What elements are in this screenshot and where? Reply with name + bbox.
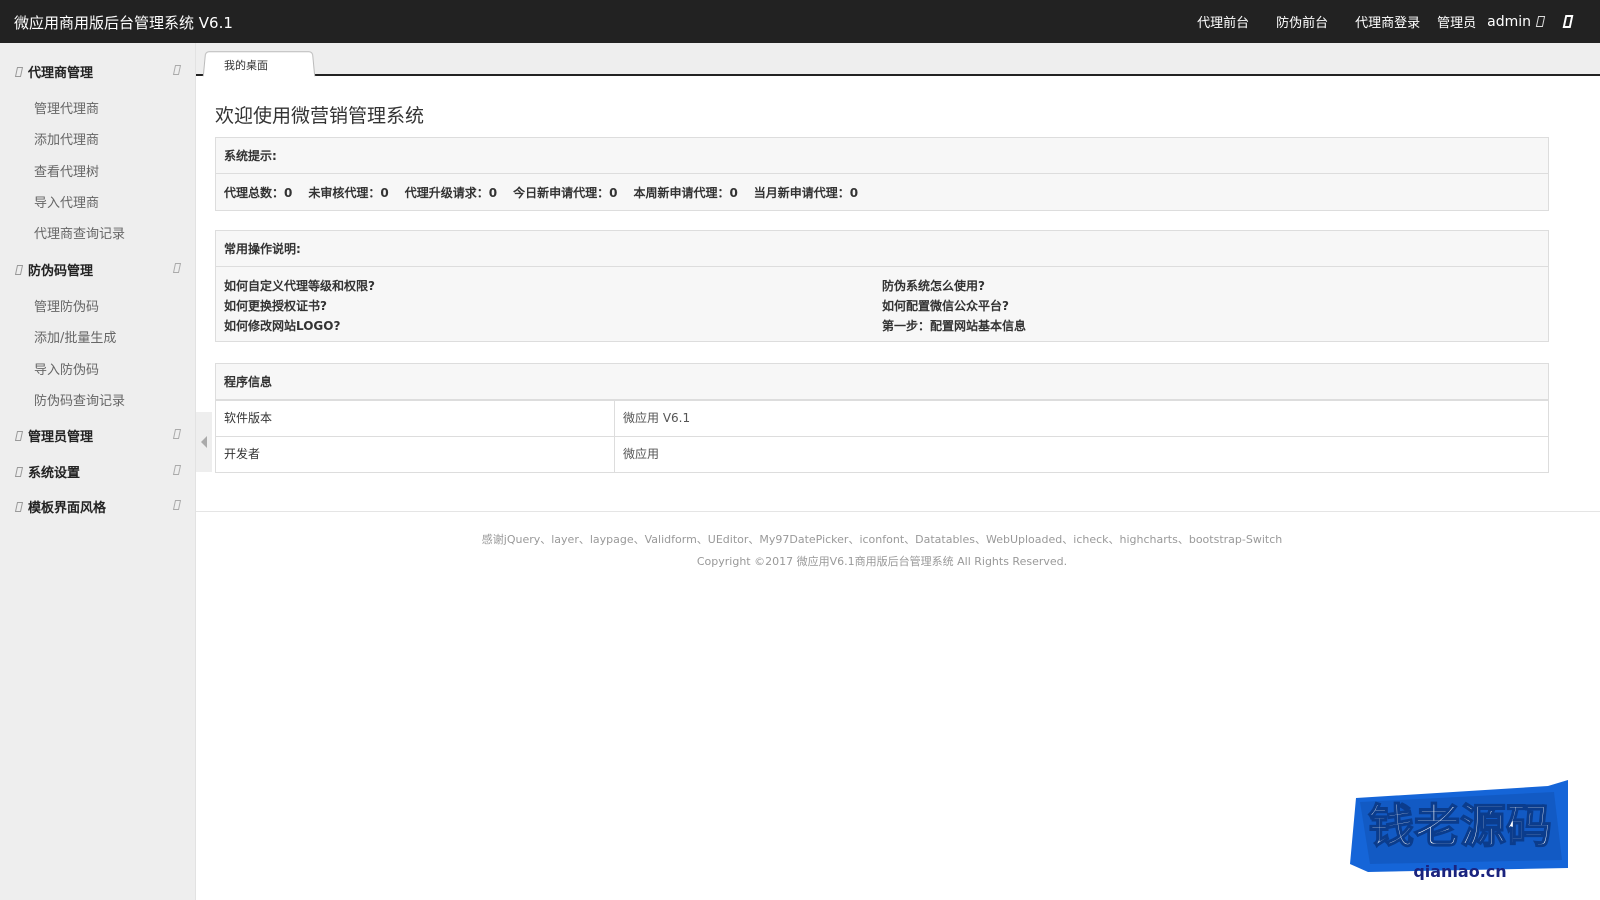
user-menu[interactable]: admin	[1487, 13, 1546, 30]
help-link-logo[interactable]: 如何修改网站LOGO?	[224, 317, 340, 334]
sidebar: 代理商管理 管理代理商 添加代理商 查看代理树 导入代理商 代理商查询记录 防伪…	[0, 43, 196, 900]
panel-title: 系统提示:	[216, 138, 1548, 174]
panel-title: 程序信息	[216, 364, 1548, 400]
watermark-domain: qianlao.cn	[1413, 862, 1506, 880]
info-row-version: 软件版本 微应用 V6.1	[216, 400, 1548, 436]
user-role: 管理员	[1437, 16, 1477, 31]
stat-total-agents: 代理总数：0	[224, 185, 293, 200]
stat-month-applications: 当月新申请代理：0	[753, 185, 859, 200]
sidebar-group-label: 防伪码管理	[28, 264, 94, 279]
help-links: 如何自定义代理等级和权限? 如何更换授权证书? 如何修改网站LOGO? 防伪系统…	[216, 267, 1548, 341]
expand-arrow-icon	[172, 465, 182, 475]
sidebar-group-agent[interactable]: 代理商管理	[14, 62, 184, 81]
help-link-anticounterfeit-usage[interactable]: 防伪系统怎么使用?	[882, 277, 985, 294]
info-row-developer: 开发者 微应用	[216, 436, 1548, 472]
top-nav: 代理前台 防伪前台 代理商登录 管理员 admin	[1170, 0, 1574, 43]
chevron-down-icon	[1535, 16, 1546, 27]
tab-bar: 我的桌面	[196, 43, 1600, 77]
help-link-site-config[interactable]: 第一步：配置网站基本信息	[882, 317, 1026, 334]
sidebar-group-anticounterfeit[interactable]: 防伪码管理	[14, 260, 184, 279]
expand-arrow-icon	[172, 500, 182, 510]
stat-upgrade-requests: 代理升级请求：0	[404, 185, 498, 200]
sidebar-group-label: 代理商管理	[28, 66, 94, 81]
panel-title: 常用操作说明:	[216, 231, 1548, 267]
nav-link-agent-login[interactable]: 代理商登录	[1355, 12, 1420, 31]
watermark-text: 钱老源码	[1368, 799, 1552, 853]
stat-week-applications: 本周新申请代理：0	[633, 185, 738, 200]
help-link-certificate[interactable]: 如何更换授权证书?	[224, 297, 327, 314]
sidebar-group-label: 模板界面风格	[28, 501, 107, 516]
sidebar-collapse-handle[interactable]	[196, 412, 212, 472]
username: admin	[1487, 13, 1531, 30]
stats-row: 代理总数：0 未审核代理：0 代理升级请求：0 今日新申请代理：0 本周新申请代…	[216, 174, 1548, 210]
expand-arrow-icon	[172, 429, 182, 439]
info-value: 微应用	[623, 447, 660, 461]
page-title: 欢迎使用微营销管理系统	[215, 105, 425, 127]
info-value: 微应用 V6.1	[623, 411, 691, 425]
sidebar-item-import-codes[interactable]: 导入防伪码	[34, 359, 99, 378]
sidebar-group-settings[interactable]: 系统设置	[14, 462, 184, 481]
sidebar-group-admins[interactable]: 管理员管理	[14, 426, 184, 445]
nav-link-anticounterfeit-front[interactable]: 防伪前台	[1276, 12, 1328, 31]
menu-icon	[14, 501, 24, 512]
program-info-panel: 程序信息 软件版本 微应用 V6.1 开发者 微应用	[215, 363, 1549, 473]
footer-divider	[196, 511, 1600, 512]
info-label: 开发者	[216, 437, 615, 472]
system-notice-panel: 系统提示: 代理总数：0 未审核代理：0 代理升级请求：0 今日新申请代理：0 …	[215, 137, 1549, 211]
settings-icon[interactable]	[1562, 15, 1574, 28]
stat-today-applications: 今日新申请代理：0	[513, 185, 618, 200]
menu-icon	[14, 66, 24, 77]
sidebar-item-batch-generate[interactable]: 添加/批量生成	[34, 327, 116, 346]
menu-icon	[14, 430, 24, 441]
stat-unreviewed-agents: 未审核代理：0	[308, 185, 389, 200]
sidebar-item-manage-codes[interactable]: 管理防伪码	[34, 296, 99, 315]
info-label: 软件版本	[216, 401, 615, 436]
top-bar: 微应用商用版后台管理系统 V6.1 代理前台 防伪前台 代理商登录 管理员 ad…	[0, 0, 1600, 43]
sidebar-group-theme[interactable]: 模板界面风格	[14, 497, 184, 516]
help-link-agent-levels[interactable]: 如何自定义代理等级和权限?	[224, 277, 375, 294]
help-panel: 常用操作说明: 如何自定义代理等级和权限? 如何更换授权证书? 如何修改网站LO…	[215, 230, 1549, 342]
menu-icon	[14, 466, 24, 477]
expand-arrow-icon	[172, 65, 182, 75]
sidebar-item-agent-query-log[interactable]: 代理商查询记录	[34, 223, 125, 242]
tab-desktop-label[interactable]: 我的桌面	[224, 57, 268, 73]
watermark-logo: 钱老源码 qianlao.cn	[1350, 780, 1568, 880]
sidebar-item-manage-agents[interactable]: 管理代理商	[34, 98, 99, 117]
sidebar-item-agent-tree[interactable]: 查看代理树	[34, 161, 99, 180]
sidebar-group-label: 管理员管理	[28, 430, 94, 445]
sidebar-group-label: 系统设置	[28, 466, 81, 481]
sidebar-item-add-agent[interactable]: 添加代理商	[34, 129, 99, 148]
nav-link-agent-front[interactable]: 代理前台	[1197, 12, 1249, 31]
help-link-wechat-config[interactable]: 如何配置微信公众平台?	[882, 297, 1009, 314]
menu-icon	[14, 264, 24, 275]
sidebar-item-code-query-log[interactable]: 防伪码查询记录	[34, 390, 125, 409]
sidebar-item-import-agents[interactable]: 导入代理商	[34, 192, 99, 211]
footer-copyright: Copyright ©2017 微应用V6.1商用版后台管理系统 All Rig…	[696, 555, 1068, 568]
footer-thanks: 感谢jQuery、layer、laypage、Validform、UEditor…	[481, 533, 1283, 546]
app-title: 微应用商用版后台管理系统 V6.1	[14, 14, 233, 32]
expand-arrow-icon	[172, 263, 182, 273]
